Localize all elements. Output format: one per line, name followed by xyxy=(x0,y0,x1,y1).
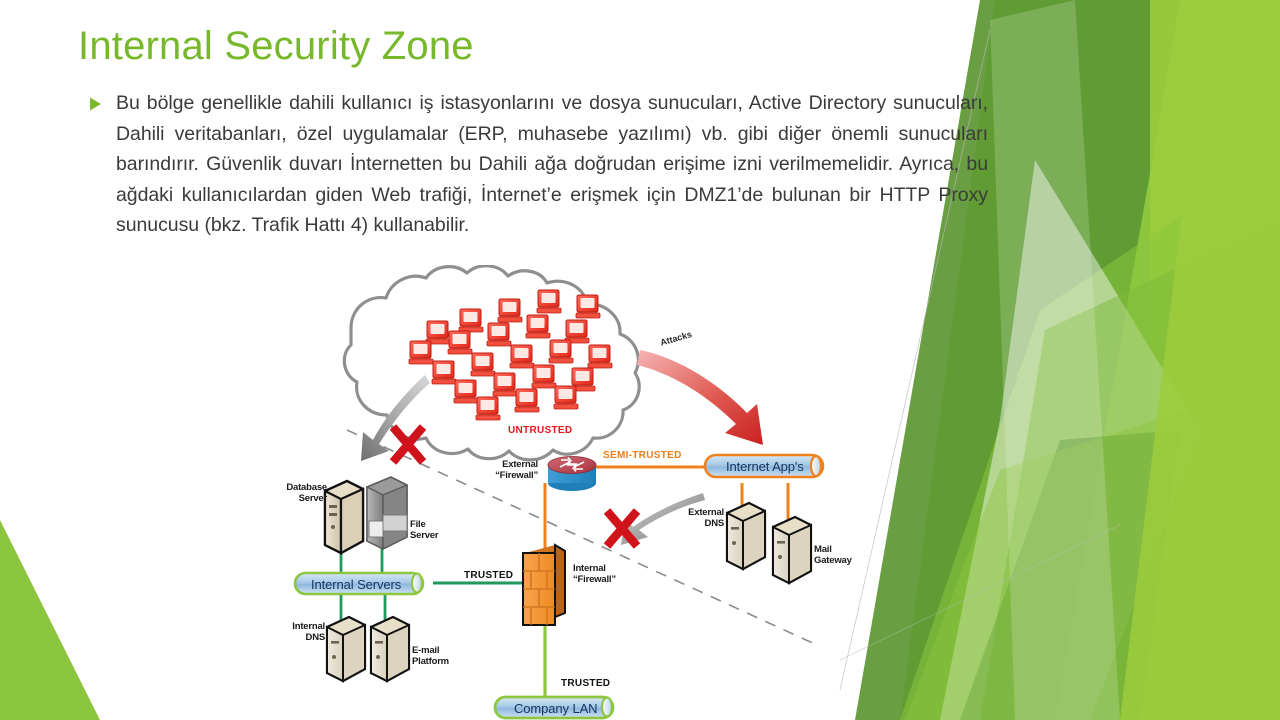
server-icon-external-dns xyxy=(725,501,767,571)
firewall-brick-icon xyxy=(522,543,566,626)
internal-servers-label: Internal Servers xyxy=(311,577,402,592)
zone-label-untrusted: UNTRUSTED xyxy=(508,425,573,436)
server-icon-email-platform xyxy=(369,615,411,683)
server-icon-database xyxy=(323,479,365,555)
attack-arrow-icon xyxy=(637,350,763,445)
zone-label-trusted-lan: TRUSTED xyxy=(561,678,611,689)
zone-label-trusted-internal: TRUSTED xyxy=(464,570,514,581)
page-title: Internal Security Zone xyxy=(78,24,474,68)
network-security-zones-diagram: Attacks UNTRUSTED SEMI-TRUSTED TRUSTED T… xyxy=(255,265,875,720)
external-dns-label: External DNS xyxy=(688,507,724,529)
database-server-label: Database Server xyxy=(286,482,327,504)
company-lan-label: Company LAN xyxy=(514,701,598,716)
bullet-paragraph: Bu bölge genellikle dahili kullanıcı iş … xyxy=(88,88,988,241)
external-firewall-label: External “Firewall” xyxy=(495,459,538,481)
server-icon-mail-gateway xyxy=(771,515,813,585)
server-icon-internal-dns xyxy=(325,615,367,683)
internal-firewall-label: Internal “Firewall” xyxy=(573,563,616,585)
server-icon-file xyxy=(366,476,408,551)
triangle-bullet-icon xyxy=(88,88,116,112)
router-icon xyxy=(547,456,597,491)
body-text: Bu bölge genellikle dahili kullanıcı iş … xyxy=(116,92,988,236)
slide-canvas: Internal Security Zone Bu bölge genellik… xyxy=(0,0,1280,720)
mail-gateway-label: Mail Gateway xyxy=(814,544,852,566)
file-server-label: File Server xyxy=(410,519,439,541)
internet-apps-label: Internet App's xyxy=(726,459,804,474)
zone-label-semi-trusted: SEMI-TRUSTED xyxy=(603,450,682,461)
internal-dns-label: Internal DNS xyxy=(292,621,325,643)
email-platform-label: E-mail Platform xyxy=(412,645,449,667)
